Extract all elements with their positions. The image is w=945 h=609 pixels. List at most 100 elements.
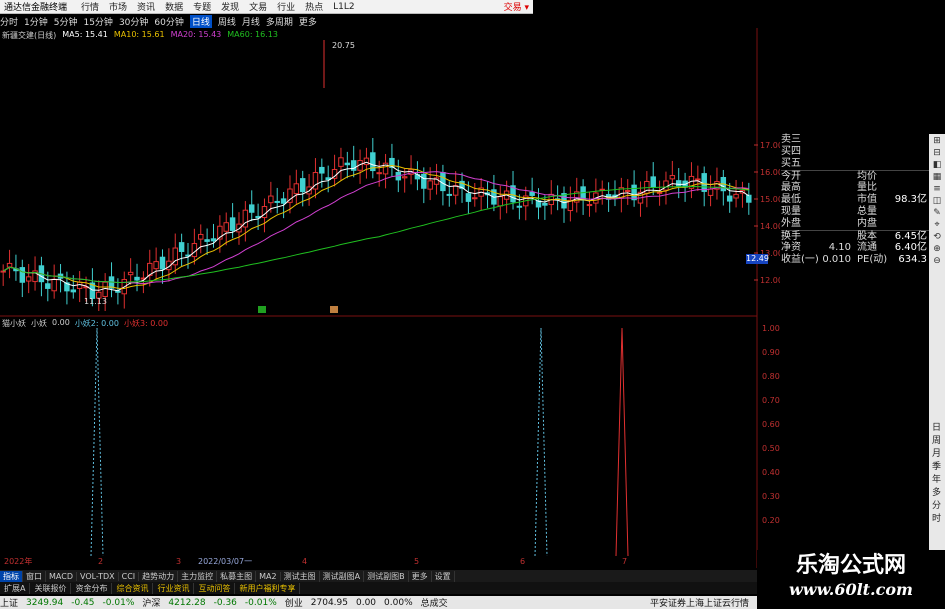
low-label: 11.13 [84,297,107,306]
menu-item-data[interactable]: 数据 [165,0,183,13]
watermark-cn: 乐淘公式网 [795,552,906,578]
amount-label: 总成交 [420,599,448,609]
candle-body [497,196,504,207]
menu-item-exchange[interactable]: 市场 [109,0,127,13]
candle-body [45,283,51,289]
info-tab[interactable]: 关联报价 [30,582,72,594]
menu-item-news[interactable]: 资讯 [137,0,155,13]
candle-body [338,157,344,167]
candle-body [223,222,229,232]
trade-button[interactable]: 交易 ▾ [504,0,529,13]
indicator-tab[interactable]: 主力监控 [178,570,218,582]
cy-label: 创业 [284,599,303,609]
period-sidebar-item[interactable]: 分 [932,498,941,511]
quote-cell [887,182,927,194]
indicator-tab[interactable]: 测试副图B [364,570,409,582]
tool-icon-8[interactable]: ⌖ [934,220,939,230]
candle-body [280,198,287,204]
quote-cell [851,146,887,158]
indicator-tab[interactable]: MACD [46,571,77,581]
candle-body [6,262,13,268]
menu-item-l1l2[interactable]: L1L2 [333,2,354,12]
quote-cell: 6.40亿 [894,242,927,253]
tool-icon-6[interactable]: ◫ [933,196,942,206]
indicator-tab[interactable]: CCI [119,571,140,581]
indicator-tab[interactable]: 测试主图 [281,570,320,582]
period-monthly[interactable]: 月线 [242,15,260,28]
info-tab[interactable]: 行业资讯 [153,582,195,594]
info-tab[interactable]: 新用户福利专享 [235,582,301,594]
period-sidebar-item[interactable]: 年 [932,472,941,485]
period-more[interactable]: 更多 [299,15,317,28]
quote-panel: 卖三 买四 买五 今开 均价 最高 量比 最低 市值 98.3亿 现量 总量 外盘 内盘 换手 股本 6.45亿… [781,134,929,278]
tool-icon-9[interactable]: ⟲ [933,232,941,242]
period-5min[interactable]: 5分钟 [54,15,78,28]
period-60min[interactable]: 60分钟 [154,15,183,28]
info-tab[interactable]: 资金分布 [71,582,113,594]
period-sidebar-item[interactable]: 月 [932,446,941,459]
period-30min[interactable]: 30分钟 [119,15,148,28]
info-tab[interactable]: 综合资讯 [112,582,154,594]
tool-icon-2[interactable]: ⊟ [933,148,941,158]
period-multi[interactable]: 多周期 [266,15,293,28]
indicator-tab[interactable]: 趋势动力 [139,570,179,582]
indicator-tab[interactable]: 私募主图 [217,570,257,582]
quote-cell: 总量 [857,206,877,217]
tool-icon-7[interactable]: ✎ [933,208,941,218]
ind-y-tick-label: 0.80 [762,372,780,381]
indicator-tab[interactable]: 设置 [432,570,455,582]
menu-item-hotspot[interactable]: 热点 [305,0,323,13]
period-daily[interactable]: 日线 [189,14,212,28]
indicator-name[interactable]: 猫小妖 [2,318,26,329]
menu-item-industry[interactable]: 行业 [277,0,295,13]
quote-cell: 买五 [781,158,801,169]
sh-label: 上证 [0,599,19,609]
period-intraday[interactable]: 分时 [0,15,18,28]
menu-item-topics[interactable]: 专题 [193,0,211,13]
candle-group [0,40,752,312]
indicator-tab[interactable]: VOL-TDX [77,571,119,581]
cy-pct: 0.00% [384,597,413,608]
menu-item-market[interactable]: 行情 [81,0,99,13]
candle-body [376,172,382,175]
period-sidebar-item[interactable]: 多 [932,485,941,498]
menu-item-discover[interactable]: 发现 [221,0,239,13]
tool-icon-3[interactable]: ◧ [933,160,942,170]
period-sidebar-item[interactable]: 日 [932,420,941,433]
quote-cell: 内盘 [857,218,877,229]
menu-item-wenyi[interactable]: 文易 [249,0,267,13]
y-axis-indicator: 1.00 0.90 0.80 0.70 0.60 0.50 0.40 0.30 0.20 [762,324,780,525]
quote-cell: 买四 [781,146,801,157]
x-tick-label: 6 [520,557,525,566]
watermark-url: www.60lt.com [789,580,913,599]
tool-icon-10[interactable]: ⊕ [933,244,941,254]
period-1min[interactable]: 1分钟 [24,15,48,28]
period-sidebar-item[interactable]: 周 [932,433,941,446]
indicator-tab[interactable]: 测试副图A [320,570,365,582]
period-sidebar-item[interactable]: 季 [932,459,941,472]
tool-icon-4[interactable]: ▦ [933,172,942,182]
tool-icon-1[interactable]: ⊞ [933,136,941,146]
info-tab[interactable]: 互动问答 [194,582,236,594]
indicator-tab[interactable]: 更多 [409,570,432,582]
candle-body [675,180,682,187]
indicator-tab[interactable]: 窗口 [23,570,46,582]
period-15min[interactable]: 15分钟 [83,15,112,28]
x-tick-label: 2 [98,557,103,566]
cy-change: 0.00 [355,597,377,608]
x-axis: 2022年 2 3 2022/03/07一 4 5 6 7 [4,556,627,566]
kline-chart[interactable]: 17.0016.0015.0014.0013.0012.00 1.000.900… [0,28,780,568]
info-tab[interactable]: 扩展A [0,582,31,594]
tool-icon-11[interactable]: ⊖ [933,256,941,266]
period-sidebar-item[interactable]: 时 [932,511,941,524]
indicator-spike [534,327,548,557]
tool-icon-5[interactable]: ≡ [933,184,941,194]
watermark: 乐淘公式网 www.60lt.com [757,550,945,609]
last-price-tag: 12.49 [746,254,769,264]
indicator-tab[interactable]: 指标 [0,570,23,582]
candle-body [446,193,453,196]
period-weekly[interactable]: 周线 [218,15,236,28]
indicator-tab[interactable]: MA2 [256,571,281,581]
indicator-line3: 小妖3: 0.00 [123,319,169,328]
sz-pct: -0.01% [244,597,277,608]
